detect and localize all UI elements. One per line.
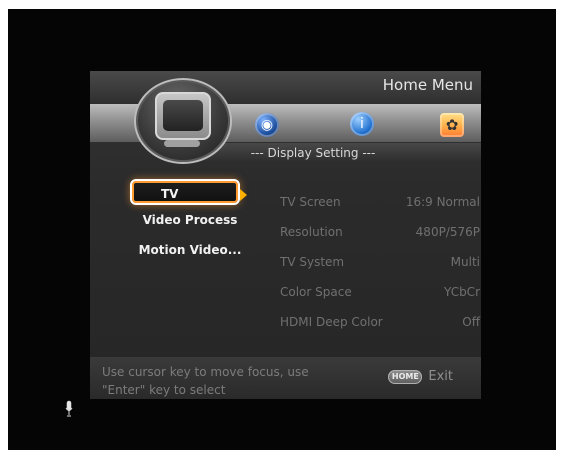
menu-item-motion-video[interactable]: Motion Video... xyxy=(130,235,250,265)
help-line-1: Use cursor key to move focus, use xyxy=(102,365,309,379)
setting-value: YCbCr xyxy=(444,285,480,299)
help-bar: Use cursor key to move focus, use "Enter… xyxy=(90,357,481,399)
monitor-base xyxy=(164,140,200,147)
setting-label: HDMI Deep Color xyxy=(280,315,383,329)
help-line-2: "Enter" key to select xyxy=(102,383,226,397)
setting-value: Multi xyxy=(450,255,480,269)
setting-value: Off xyxy=(462,315,480,329)
home-button[interactable]: HOME xyxy=(388,369,423,384)
home-menu-panel: Home Menu --- Display Setting --- ◉ i ✿ … xyxy=(90,71,481,399)
setting-row-tv-system[interactable]: TV System Multi xyxy=(280,247,480,277)
display-submenu: TV Video Process Motion Video... xyxy=(130,179,250,265)
globe-icon[interactable]: ◉ xyxy=(255,113,279,137)
setting-row-hdmi-deep-color[interactable]: HDMI Deep Color Off xyxy=(280,307,480,337)
setting-value: 16:9 Normal xyxy=(405,195,480,209)
info-icon[interactable]: i xyxy=(350,112,374,136)
home-menu-title: Home Menu xyxy=(382,76,473,94)
tv-settings-list: TV Screen 16:9 Normal Resolution 480P/57… xyxy=(280,187,480,337)
tv-screen: Home Menu --- Display Setting --- ◉ i ✿ … xyxy=(8,9,556,450)
monitor-icon xyxy=(155,92,211,140)
microphone-icon xyxy=(65,400,73,417)
setting-row-resolution[interactable]: Resolution 480P/576P xyxy=(280,217,480,247)
setting-label: Color Space xyxy=(280,285,352,299)
setting-label: TV System xyxy=(280,255,345,269)
help-text: Use cursor key to move focus, use "Enter… xyxy=(102,363,342,399)
menu-item-label: TV xyxy=(161,187,179,201)
menu-item-video-process[interactable]: Video Process xyxy=(130,205,250,235)
display-setting-tab[interactable] xyxy=(134,78,232,164)
display-setting-title: --- Display Setting --- xyxy=(250,146,376,160)
setting-value: 480P/576P xyxy=(415,225,480,239)
menu-item-label: Motion Video... xyxy=(138,243,242,257)
settings-icon[interactable]: ✿ xyxy=(440,113,464,137)
setting-row-tv-screen[interactable]: TV Screen 16:9 Normal xyxy=(280,187,480,217)
menu-item-tv[interactable]: TV xyxy=(130,179,247,205)
menu-item-label: Video Process xyxy=(142,213,238,227)
monitor-screen xyxy=(163,100,203,131)
setting-label: Resolution xyxy=(280,225,343,239)
setting-label: TV Screen xyxy=(280,195,341,209)
setting-row-color-space[interactable]: Color Space YCbCr xyxy=(280,277,480,307)
exit-label: Exit xyxy=(428,369,453,384)
exit-control[interactable]: HOME Exit xyxy=(388,369,453,384)
